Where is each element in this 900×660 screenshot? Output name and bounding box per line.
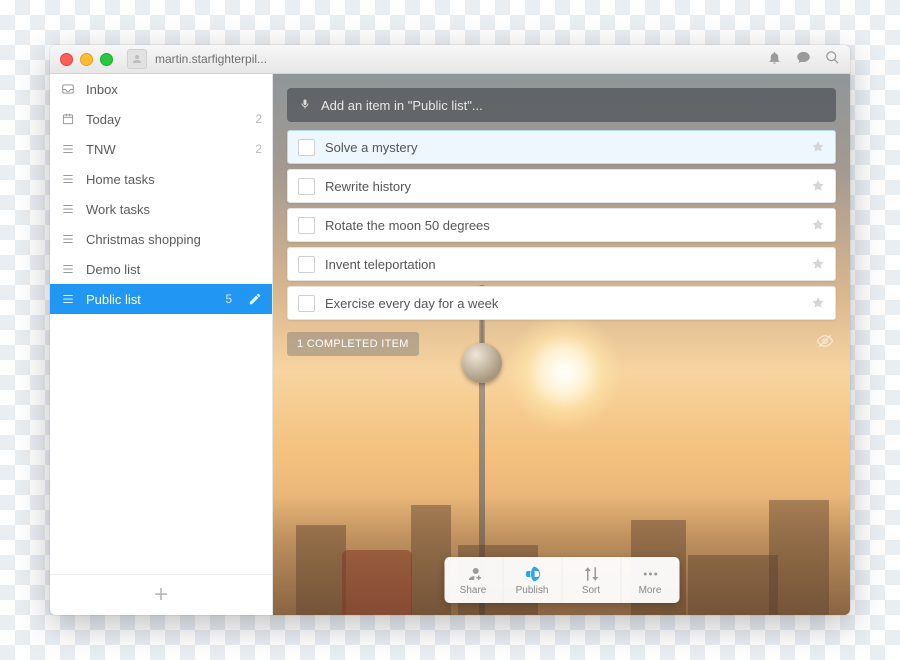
add-list-button[interactable]: + xyxy=(50,574,272,615)
edit-icon[interactable] xyxy=(248,292,262,306)
sidebar-item-label: Inbox xyxy=(86,82,262,97)
sidebar-item-count: 2 xyxy=(255,142,262,156)
visibility-icon[interactable] xyxy=(816,332,834,350)
user-avatar[interactable] xyxy=(127,49,147,69)
task-row[interactable]: Solve a mystery xyxy=(287,130,836,164)
task-title: Rotate the moon 50 degrees xyxy=(325,218,801,233)
sidebar-item-christmas-shopping[interactable]: Christmas shopping xyxy=(50,224,272,254)
list-icon xyxy=(60,261,76,277)
task-title: Rewrite history xyxy=(325,179,801,194)
task-row[interactable]: Rotate the moon 50 degrees xyxy=(287,208,836,242)
sidebar-item-inbox[interactable]: Inbox xyxy=(50,74,272,104)
list-icon xyxy=(60,201,76,217)
task-row[interactable]: Exercise every day for a week xyxy=(287,286,836,320)
star-icon[interactable] xyxy=(811,218,825,232)
share-button[interactable]: Share xyxy=(444,557,503,603)
main-panel: Add an item in "Public list"... Solve a … xyxy=(273,74,850,615)
task-checkbox[interactable] xyxy=(298,139,315,156)
add-item-placeholder: Add an item in "Public list"... xyxy=(321,98,483,113)
window-controls xyxy=(60,53,113,66)
task-checkbox[interactable] xyxy=(298,256,315,273)
mic-icon xyxy=(299,97,311,114)
task-row[interactable]: Rewrite history xyxy=(287,169,836,203)
sidebar-item-today[interactable]: Today 2 xyxy=(50,104,272,134)
sidebar-item-label: Christmas shopping xyxy=(86,232,262,247)
sidebar-item-demo-list[interactable]: Demo list xyxy=(50,254,272,284)
minimize-window-button[interactable] xyxy=(80,53,93,66)
sidebar: Inbox Today 2 TNW 2 Home tasks Work tasks Chris… xyxy=(50,74,273,615)
sidebar-item-label: Public list xyxy=(86,292,215,307)
share-label: Share xyxy=(460,585,487,596)
task-checkbox[interactable] xyxy=(298,178,315,195)
sidebar-item-work-tasks[interactable]: Work tasks xyxy=(50,194,272,224)
add-item-input[interactable]: Add an item in "Public list"... xyxy=(287,88,836,122)
publish-button[interactable]: Publish xyxy=(503,557,562,603)
task-title: Invent teleportation xyxy=(325,257,801,272)
star-icon[interactable] xyxy=(811,257,825,271)
task-checkbox[interactable] xyxy=(298,295,315,312)
sidebar-item-label: Home tasks xyxy=(86,172,262,187)
task-checkbox[interactable] xyxy=(298,217,315,234)
sidebar-item-tnw[interactable]: TNW 2 xyxy=(50,134,272,164)
star-icon[interactable] xyxy=(811,296,825,310)
sort-label: Sort xyxy=(582,585,600,596)
sidebar-item-count: 5 xyxy=(225,292,232,306)
list-icon xyxy=(60,231,76,247)
completed-label: 1 COMPLETED ITEM xyxy=(297,338,409,350)
zoom-window-button[interactable] xyxy=(100,53,113,66)
sidebar-item-label: Today xyxy=(86,112,245,127)
sidebar-item-home-tasks[interactable]: Home tasks xyxy=(50,164,272,194)
sidebar-item-label: Work tasks xyxy=(86,202,262,217)
list-icon xyxy=(60,141,76,157)
notifications-icon[interactable] xyxy=(767,50,782,68)
sidebar-item-public-list[interactable]: Public list 5 xyxy=(50,284,272,314)
plus-icon: + xyxy=(154,581,168,609)
list-icon xyxy=(60,291,76,307)
today-icon xyxy=(60,111,76,127)
app-window: martin.starfighterpil... Inbox Today 2 TNW 2… xyxy=(50,45,850,615)
sidebar-item-label: TNW xyxy=(86,142,245,157)
task-row[interactable]: Invent teleportation xyxy=(287,247,836,281)
inbox-icon xyxy=(60,81,76,97)
sidebar-item-count: 2 xyxy=(255,112,262,126)
star-icon[interactable] xyxy=(811,179,825,193)
list-icon xyxy=(60,171,76,187)
close-window-button[interactable] xyxy=(60,53,73,66)
task-title: Solve a mystery xyxy=(325,140,801,155)
sidebar-item-label: Demo list xyxy=(86,262,262,277)
sort-button[interactable]: Sort xyxy=(562,557,621,603)
more-button[interactable]: More xyxy=(621,557,679,603)
completed-toggle[interactable]: 1 COMPLETED ITEM xyxy=(287,332,419,356)
titlebar: martin.starfighterpil... xyxy=(50,45,850,74)
activity-icon[interactable] xyxy=(796,50,811,68)
task-title: Exercise every day for a week xyxy=(325,296,801,311)
list-actions-bar: Share Publish Sort More xyxy=(444,557,679,603)
window-title: martin.starfighterpil... xyxy=(155,52,267,66)
more-label: More xyxy=(639,585,662,596)
publish-label: Publish xyxy=(516,585,549,596)
star-icon[interactable] xyxy=(811,140,825,154)
search-icon[interactable] xyxy=(825,50,840,68)
